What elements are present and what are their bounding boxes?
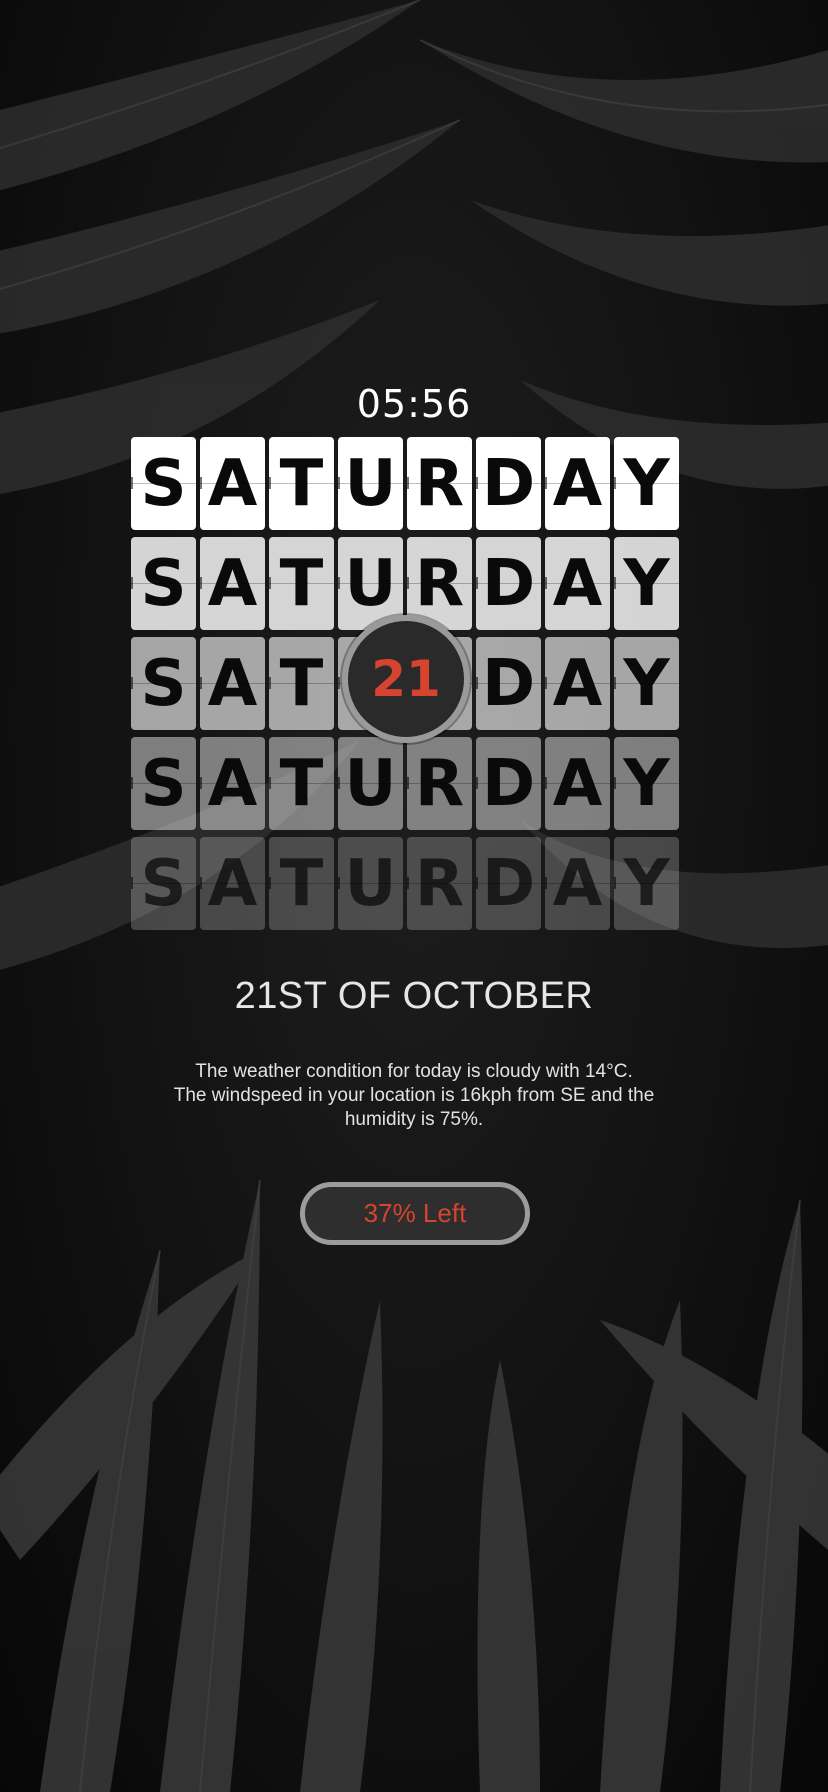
- flip-tile-letter: T: [269, 637, 334, 730]
- flip-tile-letter: R: [407, 837, 472, 930]
- flip-tile-letter: A: [200, 737, 265, 830]
- weather-line: The weather condition for today is cloud…: [195, 1061, 633, 1082]
- flip-tile-letter: R: [407, 737, 472, 830]
- flip-tile-letter: S: [131, 537, 196, 630]
- flip-tile-letter: U: [338, 437, 403, 530]
- flip-tile-letter: A: [545, 437, 610, 530]
- date-number: 21: [371, 650, 441, 708]
- flip-tile-letter: T: [269, 437, 334, 530]
- day-row: SATURDAY: [131, 437, 697, 530]
- flip-tile-letter: S: [131, 837, 196, 930]
- battery-status-button[interactable]: 37% Left: [300, 1182, 530, 1245]
- flip-tile-letter: S: [131, 437, 196, 530]
- flip-tile-letter: A: [545, 637, 610, 730]
- flip-tile-letter: D: [476, 737, 541, 830]
- flip-tile-letter: U: [338, 837, 403, 930]
- flip-tile-letter: A: [200, 837, 265, 930]
- flip-tile-letter: D: [476, 637, 541, 730]
- flip-tile-letter: D: [476, 837, 541, 930]
- flip-tile-letter: Y: [614, 837, 679, 930]
- flip-tile-letter: A: [200, 637, 265, 730]
- clock-time: 05:56: [356, 382, 472, 426]
- flip-tile-letter: T: [269, 737, 334, 830]
- flip-tile-letter: Y: [614, 537, 679, 630]
- battery-label: 37% Left: [363, 1198, 467, 1228]
- day-row: SATURDAY: [131, 737, 697, 830]
- flip-tile-letter: Y: [614, 637, 679, 730]
- flip-tile-letter: A: [545, 537, 610, 630]
- flip-tile-letter: S: [131, 737, 196, 830]
- date-badge: 21: [342, 615, 470, 743]
- weather-line: humidity is 75%.: [344, 1109, 484, 1130]
- flip-tile-letter: U: [338, 737, 403, 830]
- flip-tile-letter: A: [200, 537, 265, 630]
- flip-tile-letter: D: [476, 437, 541, 530]
- flip-tile-letter: T: [269, 537, 334, 630]
- flip-tile-letter: T: [269, 837, 334, 930]
- flip-tile-letter: D: [476, 537, 541, 630]
- flip-tile-letter: R: [407, 437, 472, 530]
- flip-tile-letter: A: [545, 737, 610, 830]
- lock-screen: 05:56 SATURDAYSATURDAYSATURDAYSATURDAYSA…: [0, 0, 828, 1792]
- flip-tile-letter: Y: [614, 437, 679, 530]
- weather-line: The windspeed in your location is 16kph …: [173, 1085, 655, 1106]
- flip-tile-letter: S: [131, 637, 196, 730]
- flip-tile-letter: A: [545, 837, 610, 930]
- flip-tile-letter: A: [200, 437, 265, 530]
- day-row: SATURDAY: [131, 837, 697, 930]
- full-date-label: 21ST OF OCTOBER: [234, 975, 594, 1017]
- flip-tile-letter: Y: [614, 737, 679, 830]
- weather-description: The weather condition for today is cloud…: [134, 1060, 694, 1132]
